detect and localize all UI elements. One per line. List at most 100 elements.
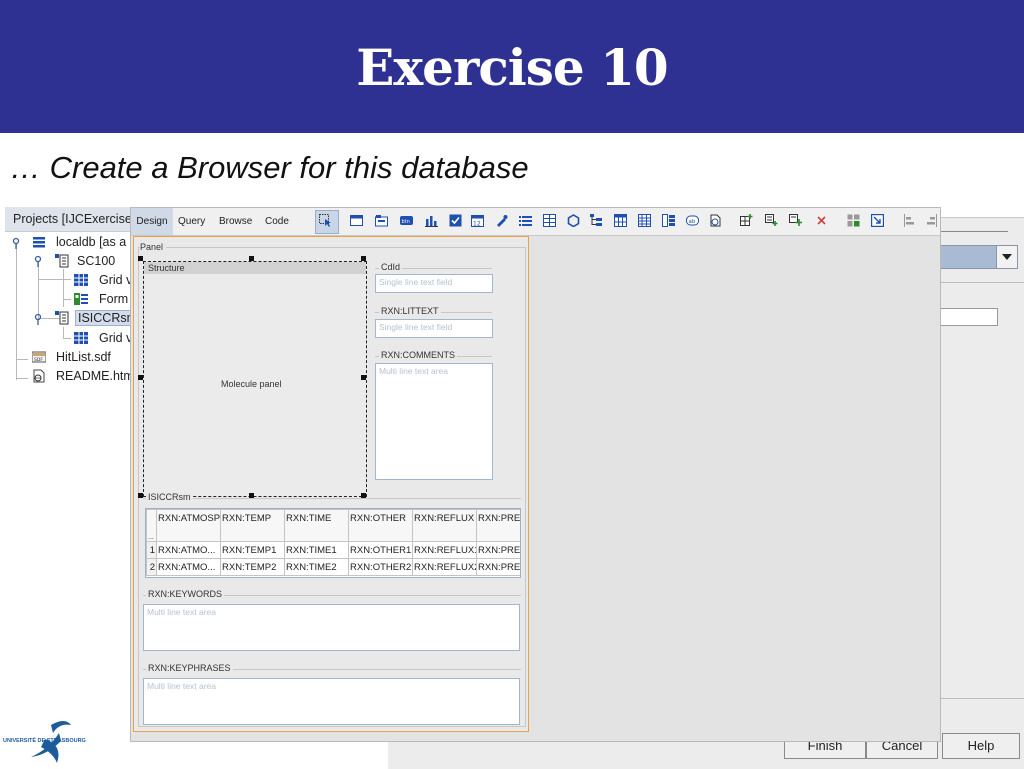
designer-toolbar: Design Query Browse Code btn 12 ab [131, 208, 940, 236]
grid-header-pre[interactable]: RXN:PRE [476, 509, 520, 542]
row-number: 1 [146, 541, 157, 559]
table-cell[interactable]: RXN:ATMO... [156, 541, 221, 559]
structure-panel[interactable]: Structure Molecule panel [143, 261, 367, 497]
wizard-divider [938, 282, 1024, 283]
grid-header-reflux[interactable]: RXN:REFLUX [412, 509, 477, 542]
wizard-divider [938, 698, 1024, 699]
comments-area[interactable]: Multi line text area [375, 363, 493, 480]
help-button[interactable]: Help [942, 733, 1020, 759]
structure-label: Structure [148, 263, 185, 273]
hex-icon[interactable] [567, 214, 580, 227]
spreadsheet-icon[interactable] [638, 214, 651, 227]
wizard-text-field[interactable] [938, 308, 998, 326]
molecule-panel-text: Molecule panel [221, 379, 282, 389]
svg-text:SDF: SDF [34, 357, 43, 363]
projects-panel-header: Projects [IJCExercise [5, 207, 135, 232]
chart-icon[interactable] [425, 214, 438, 227]
add-grid-icon[interactable] [740, 214, 753, 227]
keywords-area[interactable]: Multi line text area [143, 604, 520, 651]
add-form-icon[interactable] [765, 214, 778, 227]
keywords-label: RXN:KEYWORDS [146, 589, 225, 599]
delete-icon[interactable] [815, 214, 828, 227]
tab-query[interactable]: Query [178, 208, 205, 235]
table-cell[interactable]: RXN:OTHER2 [348, 558, 413, 576]
resize-handle[interactable] [138, 256, 143, 261]
tree-expand-icon[interactable] [11, 236, 25, 250]
checkbox-icon[interactable] [449, 214, 462, 227]
projects-panel-title: Projects [IJCExercise [13, 212, 132, 226]
form-designer-window: Design Query Browse Code btn 12 ab Panel [130, 207, 941, 742]
calendar-icon[interactable]: 12 [471, 214, 484, 227]
link-icon[interactable] [495, 214, 508, 227]
table-row[interactable]: 2 RXN:ATMO... RXN:TEMP2 RXN:TIME2 RXN:OT… [146, 558, 520, 576]
tree-item-hitlist[interactable]: HitList.sdf [56, 350, 111, 364]
keyphrases-label: RXN:KEYPHRASES [146, 663, 233, 673]
design-canvas[interactable]: Panel Structure Molecule panel CdId Sing… [133, 236, 529, 732]
slide-subtitle: … Create a Browser for this database [10, 150, 529, 185]
resize-handle[interactable] [361, 375, 366, 380]
tree-item-localdb[interactable]: localdb [as a [56, 235, 126, 249]
cdid-field[interactable]: Single line text field [375, 274, 493, 293]
table-icon[interactable] [543, 214, 556, 227]
tree-expand-icon[interactable] [33, 254, 47, 268]
add-data-icon[interactable] [789, 214, 802, 227]
tree-item-readme[interactable]: README.htm [56, 369, 134, 383]
grid-icon[interactable] [614, 214, 627, 227]
table-cell[interactable]: RXN:REFLUX1 [412, 541, 477, 559]
table-cell[interactable]: RXN:REFLUX2 [412, 558, 477, 576]
wizard-combo[interactable] [938, 245, 1018, 269]
slide-header: Exercise 10 [0, 0, 1024, 133]
table-cell[interactable]: RXN:OTHER1 [348, 541, 413, 559]
projects-panel: Projects [IJCExercise localdb [as a SC10… [5, 207, 141, 550]
svg-text:btn: btn [402, 219, 410, 225]
tree-icon[interactable] [590, 214, 603, 227]
panel-icon[interactable] [350, 214, 363, 227]
align-right-icon[interactable] [925, 214, 938, 227]
table-cell[interactable]: RXN:TIME2 [284, 558, 349, 576]
table-cell[interactable]: RXN:TEMP1 [220, 541, 285, 559]
keyphrases-area[interactable]: Multi line text area [143, 678, 520, 725]
resize-handle[interactable] [249, 256, 254, 261]
select-tool-icon[interactable] [319, 214, 332, 227]
grid-view-icon [74, 332, 88, 344]
tab-browse[interactable]: Browse [219, 208, 252, 235]
tab-design[interactable]: Design [131, 208, 173, 235]
littext-field[interactable]: Single line text field [375, 319, 493, 338]
chevron-down-icon[interactable] [996, 246, 1017, 268]
list-icon[interactable] [519, 214, 532, 227]
button-icon[interactable]: btn [400, 214, 413, 227]
tab-code[interactable]: Code [265, 208, 289, 235]
table-cell[interactable]: RXN:TEMP2 [220, 558, 285, 576]
tree-item-grid-view[interactable]: Grid v [99, 273, 132, 287]
tree-expand-icon[interactable] [33, 312, 47, 326]
resize-handle[interactable] [361, 256, 366, 261]
table-cell[interactable]: RXN:ATMO... [156, 558, 221, 576]
html-icon[interactable] [709, 214, 722, 227]
tree-item-sc100[interactable]: SC100 [77, 254, 115, 268]
table-cell[interactable]: RXN:TIME1 [284, 541, 349, 559]
grid-header-corner[interactable]: ... [146, 509, 157, 542]
import-icon[interactable] [871, 214, 884, 227]
align-left-icon[interactable] [903, 214, 916, 227]
tree-item-form-view[interactable]: Form [99, 292, 128, 306]
littext-label: RXN:LITTEXT [379, 306, 441, 316]
table-cell[interactable]: RXN:PRE [476, 558, 520, 576]
table-cell[interactable]: RXN:PRE [476, 541, 520, 559]
svg-text:ab: ab [689, 219, 696, 225]
table-row[interactable]: 1 RXN:ATMO... RXN:TEMP1 RXN:TIME1 RXN:OT… [146, 541, 520, 559]
table-divider [143, 498, 521, 500]
grid-header-temp[interactable]: RXN:TEMP [220, 509, 285, 542]
grid-header-other[interactable]: RXN:OTHER [348, 509, 413, 542]
resize-handle[interactable] [138, 375, 143, 380]
grid-header-time[interactable]: RXN:TIME [284, 509, 349, 542]
data-grid[interactable]: ... RXN:ATMOSPH RXN:TEMP RXN:TIME RXN:OT… [145, 508, 521, 578]
tabbed-pane-icon[interactable] [375, 214, 388, 227]
table-label: ISICCRsm [146, 492, 193, 502]
grid-header-atmosph[interactable]: RXN:ATMOSPH [156, 509, 221, 542]
layout-icon[interactable] [847, 214, 860, 227]
tree-item-grid-view-2[interactable]: Grid v [99, 331, 132, 345]
svg-text:12: 12 [473, 221, 481, 228]
text-area-icon[interactable]: ab [686, 214, 699, 227]
grid-view-icon [74, 274, 88, 286]
text-icon[interactable] [662, 214, 675, 227]
